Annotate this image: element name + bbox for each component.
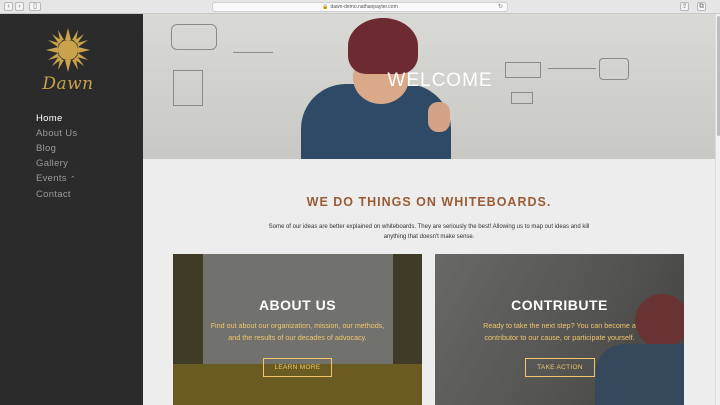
chevron-up-icon: ⌃ (69, 176, 77, 183)
lock-icon: 🔒 (322, 4, 329, 10)
learn-more-button[interactable]: LEARN MORE (263, 358, 332, 377)
section-title: WE DO THINGS ON WHITEBOARDS. (306, 195, 552, 209)
card-title: CONTRIBUTE (511, 297, 608, 313)
site-logo[interactable]: Dawn (36, 26, 100, 104)
main-content: WE DO THINGS ON WHITEBOARDS. Some of our… (143, 159, 715, 405)
card-text: Find out about our organization, mission… (210, 321, 385, 342)
browser-toolbar: ‹ › ▯ 🔒 dawn-demo.nathanpayter.com ↻ ⇪ ⧉ (0, 0, 720, 14)
sidebar: Dawn Home About Us Blog Gallery Events ⌃ … (0, 14, 143, 405)
take-action-button[interactable]: TAKE ACTION (525, 358, 595, 377)
main-nav: Home About Us Blog Gallery Events ⌃ Conta… (36, 111, 77, 202)
nav-item-gallery[interactable]: Gallery (36, 156, 77, 171)
back-icon[interactable]: ‹ (4, 2, 13, 11)
forward-icon[interactable]: › (15, 2, 24, 11)
reload-icon[interactable]: ↻ (498, 3, 503, 12)
nav-item-home[interactable]: Home (36, 111, 77, 126)
address-text: dawn-demo.nathanpayter.com (330, 4, 398, 10)
whiteboard-sketch (233, 52, 273, 53)
logo-text: Dawn (42, 74, 94, 94)
nav-item-blog[interactable]: Blog (36, 141, 77, 156)
nav-item-contact[interactable]: Contact (36, 187, 77, 202)
card-text: Ready to take the next step? You can bec… (483, 321, 636, 342)
nav-item-events-label: Events (36, 173, 67, 184)
address-bar[interactable]: 🔒 dawn-demo.nathanpayter.com ↻ (212, 2, 508, 12)
about-us-card: ABOUT US Find out about our organization… (173, 254, 422, 405)
nav-item-events[interactable]: Events ⌃ (36, 171, 77, 187)
hero-person-arm (428, 102, 450, 132)
tabs-icon[interactable]: ⧉ (697, 2, 706, 11)
nav-item-about-us[interactable]: About Us (36, 126, 77, 141)
hero-person-beanie (348, 18, 418, 74)
intro-text: Some of our ideas are better explained o… (268, 224, 590, 240)
whiteboard-sketch (171, 24, 217, 50)
whiteboard-sketch (548, 68, 596, 69)
hero-banner: WELCOME (143, 14, 715, 159)
share-icon[interactable]: ⇪ (680, 2, 689, 11)
sun-logo-icon (46, 28, 90, 72)
whiteboard-sketch (511, 92, 533, 104)
card-title: ABOUT US (258, 297, 337, 313)
sidebar-toggle-icon[interactable]: ▯ (29, 2, 41, 11)
contribute-card: CONTRIBUTE Ready to take the next step? … (435, 254, 684, 405)
page-scrollbar[interactable] (715, 14, 720, 405)
hero-title: WELCOME (387, 70, 493, 91)
